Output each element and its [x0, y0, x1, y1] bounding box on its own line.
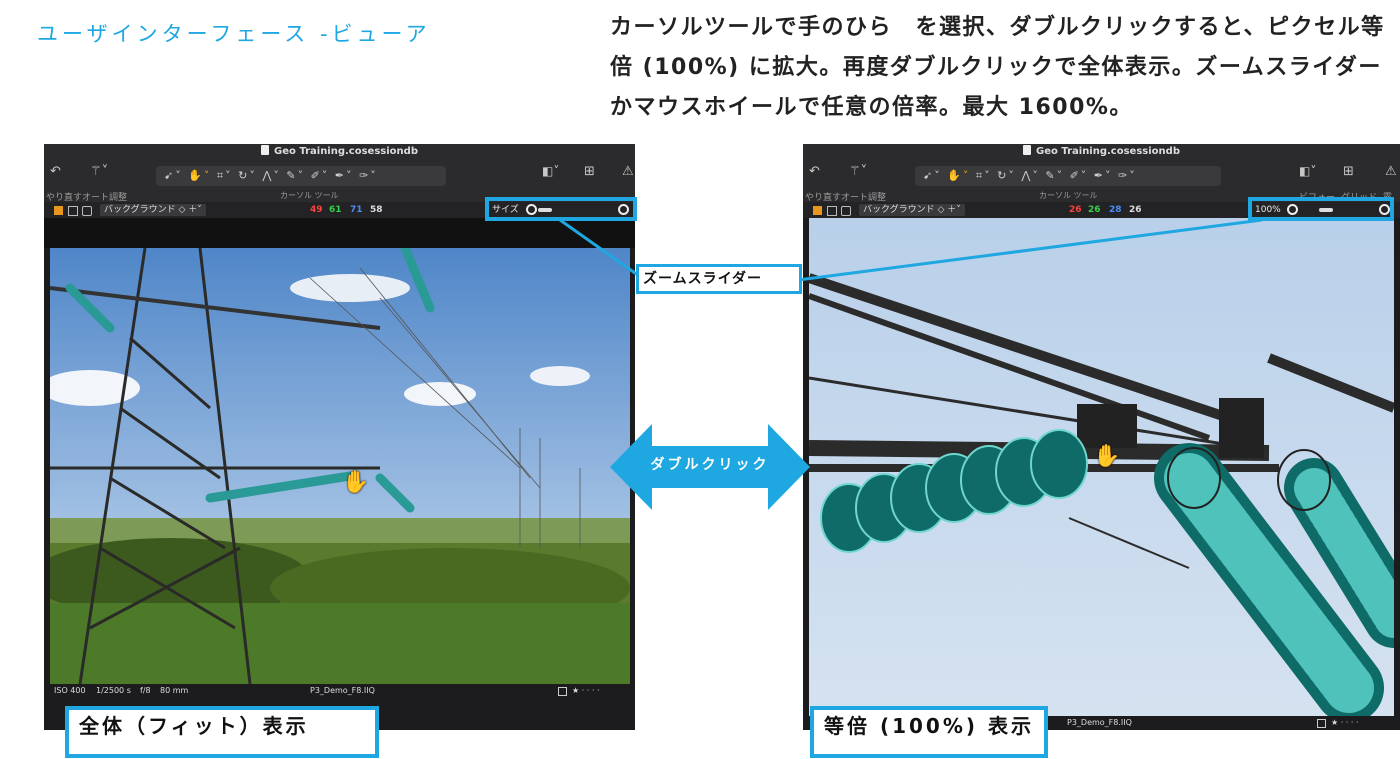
warning-icon[interactable]: ⚠	[1385, 164, 1397, 179]
select-checkbox[interactable]	[558, 687, 567, 696]
cursor-tools-label: カーソル ツール	[1039, 191, 1098, 200]
cursor-tools-strip[interactable]: ➹˅ ✋˅ ⌗˅ ↻˅ ⋀˅ ✎˅ ✐˅ ✒˅ ✑˅	[156, 166, 446, 186]
undo-icon[interactable]: ↶	[809, 164, 820, 179]
rotate-icon[interactable]: ↻˅	[238, 169, 257, 182]
keystone-icon[interactable]: ⋀˅	[1021, 169, 1040, 182]
grid-icon[interactable]: ⊞	[1343, 164, 1354, 179]
rgb-luma: 26	[1129, 205, 1142, 215]
select-icon[interactable]: ➹˅	[164, 169, 183, 182]
zoom-highlight-right	[1248, 197, 1394, 221]
background-select-value: バックグラウンド	[863, 205, 935, 215]
grid-view-icon[interactable]	[813, 206, 822, 215]
proof-icon[interactable]	[841, 206, 851, 216]
viewer-window-fit: Geo Training.cosessiondb ↶ ⚚˅ やり直す オート調整…	[44, 144, 635, 730]
magic-wand-icon[interactable]: ⚚˅	[90, 164, 108, 179]
photo-fit[interactable]	[50, 248, 630, 684]
crop-icon[interactable]: ⌗˅	[976, 169, 992, 182]
background-select-value: バックグラウンド	[104, 205, 176, 215]
file-name: P3_Demo_F8.IIQ	[1067, 718, 1132, 727]
zoom-highlight-left	[485, 197, 637, 221]
viewer-window-100: Geo Training.cosessiondb ↶ ⚚˅ やり直す オート調整…	[803, 144, 1400, 730]
star-rating[interactable]: ★ · · · ·	[1331, 716, 1359, 730]
hand-icon[interactable]: ✋˅	[188, 169, 211, 182]
rgb-luma: 58	[370, 205, 383, 215]
cursor-tools-strip[interactable]: ➹˅ ✋˅ ⌗˅ ↻˅ ⋀˅ ✎˅ ✐˅ ✒˅ ✑˅	[915, 166, 1221, 186]
undo-icon[interactable]: ↶	[50, 164, 61, 179]
viewer-top-margin	[44, 218, 635, 248]
hand-cursor-icon: ✋	[1093, 444, 1121, 469]
focal-value: 80 mm	[160, 686, 189, 695]
magic-wand-icon[interactable]: ⚚˅	[849, 164, 867, 179]
background-select[interactable]: バックグラウンド ◇ ＋˅	[859, 204, 965, 216]
document-icon	[261, 145, 270, 155]
single-view-icon[interactable]	[827, 206, 837, 216]
window-title: Geo Training.cosessiondb	[1036, 146, 1180, 157]
rgb-green: 61	[329, 205, 342, 215]
double-click-label: ダブルクリック	[650, 457, 770, 473]
hand-icon[interactable]: ✋˅	[947, 169, 970, 182]
aperture-value: f/8	[140, 686, 151, 695]
main-toolbar: ↶ ⚚˅ やり直す オート調整 ➹˅ ✋˅ ⌗˅ ↻˅ ⋀˅ ✎˅ ✐˅ ✒˅ …	[44, 160, 635, 203]
zoom-slider-label: ズームスライダー	[636, 264, 802, 294]
star-rating[interactable]: ★ · · · ·	[572, 684, 600, 698]
rgb-red: 26	[1069, 205, 1082, 215]
before-after-icon[interactable]: ◧˅	[1299, 164, 1316, 178]
brush-icon[interactable]: ✎˅ ✐˅ ✒˅ ✑˅	[1045, 169, 1136, 182]
main-toolbar: ↶ ⚚˅ やり直す オート調整 ➹˅ ✋˅ ⌗˅ ↻˅ ⋀˅ ✎˅ ✐˅ ✒˅ …	[803, 160, 1400, 216]
fit-view-caption: 全体（フィット）表示	[65, 706, 379, 758]
slide-description: カーソルツールで手のひら を選択、ダブルクリックすると、ピクセル等倍 (100%…	[610, 15, 1385, 120]
rgb-red: 49	[310, 205, 323, 215]
cursor-tools-label: カーソル ツール	[280, 191, 339, 200]
background-select[interactable]: バックグラウンド ◇ ＋˅	[100, 204, 206, 216]
brush-icon[interactable]: ✎˅ ✐˅ ✒˅ ✑˅	[286, 169, 377, 182]
proof-icon[interactable]	[82, 206, 92, 216]
shutter-value: 1/2500 s	[96, 686, 131, 695]
rotate-icon[interactable]: ↻˅	[997, 169, 1016, 182]
window-titlebar: Geo Training.cosessiondb	[44, 144, 635, 160]
100-view-caption: 等倍 (100%) 表示	[810, 706, 1048, 758]
rgb-green: 26	[1088, 205, 1101, 215]
file-name: P3_Demo_F8.IIQ	[310, 686, 375, 695]
select-checkbox[interactable]	[1317, 719, 1326, 728]
grid-view-icon[interactable]	[54, 206, 63, 215]
single-view-icon[interactable]	[68, 206, 78, 216]
grid-icon[interactable]: ⊞	[584, 164, 595, 179]
before-after-icon[interactable]: ◧˅	[542, 164, 559, 178]
status-bar: ISO 400 1/2500 s f/8 80 mm P3_Demo_F8.II…	[44, 684, 635, 698]
keystone-icon[interactable]: ⋀˅	[262, 169, 281, 182]
crop-icon[interactable]: ⌗˅	[217, 169, 233, 182]
rgb-blue: 28	[1109, 205, 1122, 215]
warning-icon[interactable]: ⚠	[622, 164, 634, 179]
slide-title: ユーザインターフェース -ビューア	[37, 22, 431, 46]
document-icon	[1023, 145, 1032, 155]
hand-cursor-icon: ✋	[342, 470, 370, 495]
window-titlebar: Geo Training.cosessiondb	[803, 144, 1400, 160]
iso-value: ISO 400	[54, 686, 86, 695]
select-icon[interactable]: ➹˅	[923, 169, 942, 182]
rgb-blue: 71	[350, 205, 363, 215]
window-title: Geo Training.cosessiondb	[274, 146, 418, 157]
